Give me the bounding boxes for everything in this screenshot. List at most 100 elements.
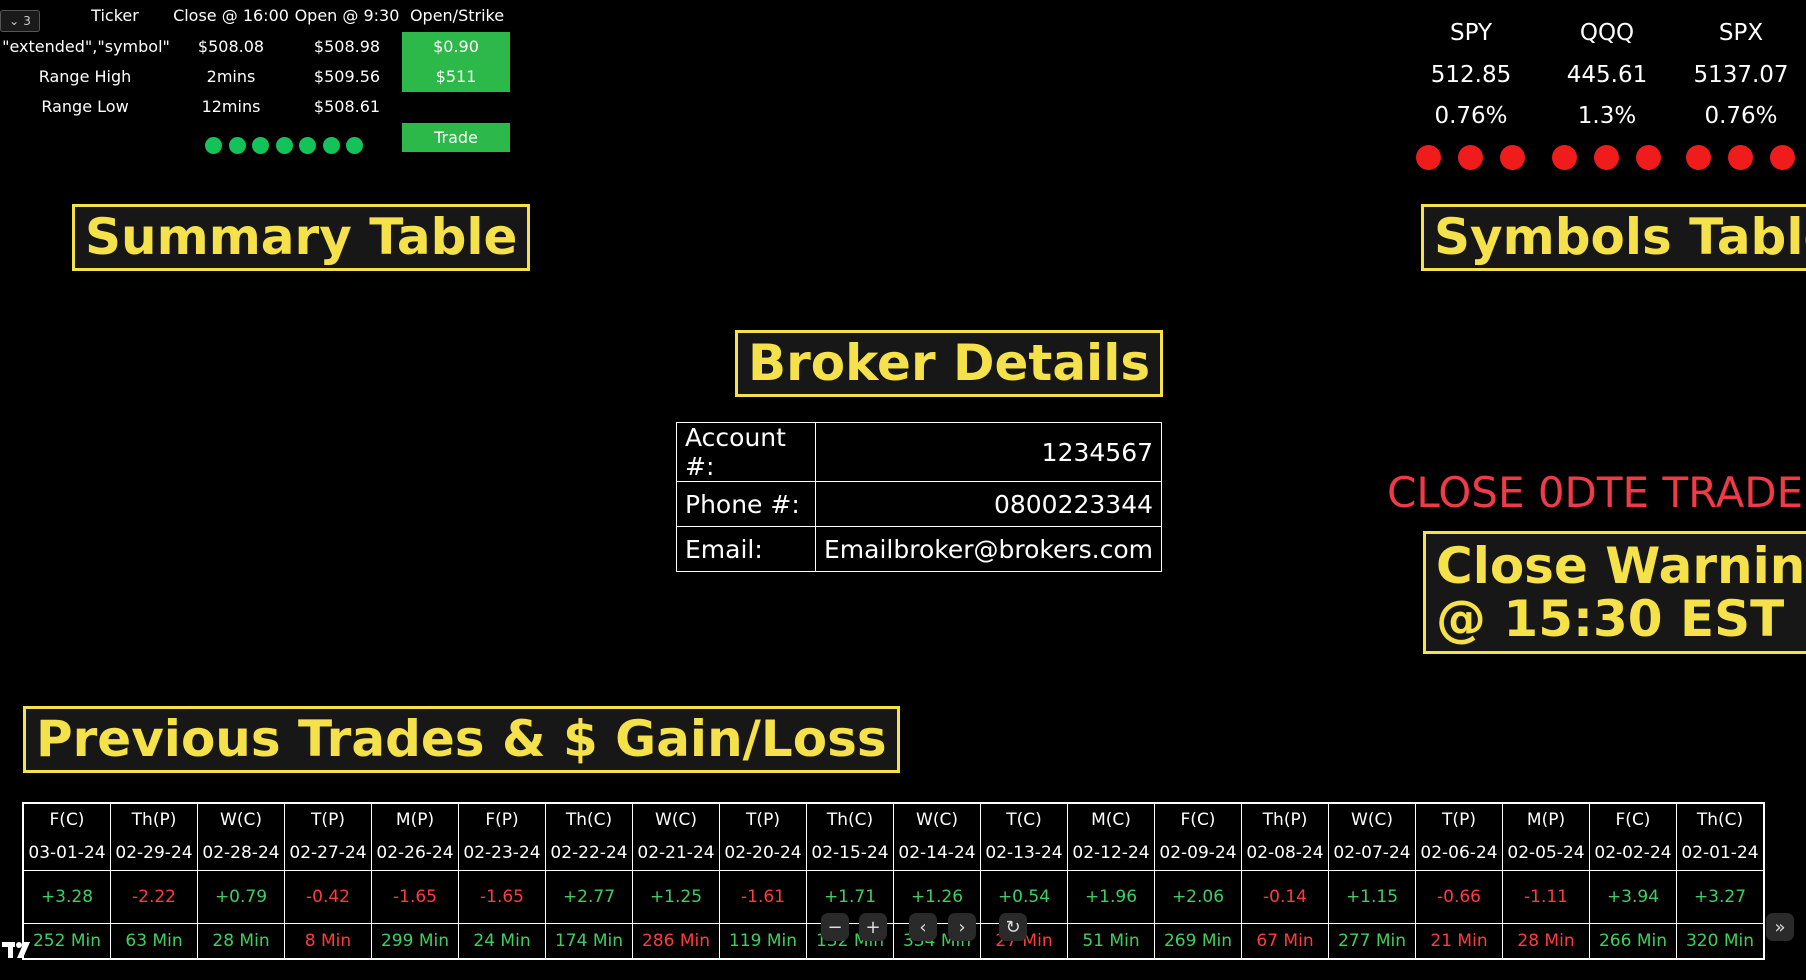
trade-day: M(P)	[371, 802, 459, 836]
trade-minutes-row: 252 Min 63 Min 28 Min 8 Min 299 Min 24 Min 174…	[22, 923, 1765, 960]
header-close: Close @ 16:00	[173, 6, 289, 25]
row2-time: 2mins	[206, 67, 256, 86]
trade-day: F(C)	[22, 802, 111, 836]
trade-minutes: 119 Min	[719, 923, 807, 960]
tradingview-logo-svg	[2, 942, 30, 958]
row1-open: $508.98	[313, 37, 381, 56]
trade-date-row: 03-01-24 02-29-24 02-28-24 02-27-24 02-26-24…	[22, 836, 1765, 871]
status-dot-green	[322, 137, 340, 154]
trade-minutes: 299 Min	[371, 923, 459, 960]
trade-gain: +3.28	[22, 870, 111, 924]
trade-gain: -2.22	[110, 870, 198, 924]
status-dot-green	[205, 137, 222, 154]
broker-row: Account #: 1234567	[676, 422, 1163, 482]
trade-day: Th(C)	[1676, 802, 1765, 836]
trade-gain: +2.06	[1154, 870, 1242, 924]
trade-minutes: 67 Min	[1241, 923, 1329, 960]
change-spy: 0.76%	[1434, 103, 1508, 129]
status-dot-green	[252, 137, 269, 154]
trade-gain: -1.65	[458, 870, 546, 924]
trade-date: 02-22-24	[545, 836, 633, 871]
open-strike-diff: $0.90	[402, 32, 510, 62]
trade-day: W(C)	[197, 802, 285, 836]
trade-button[interactable]: Trade	[402, 123, 510, 152]
trade-gain: +3.27	[1676, 870, 1765, 924]
price-spy: 512.85	[1430, 62, 1512, 88]
status-dot-red	[1458, 145, 1483, 170]
trade-day: Th(C)	[545, 802, 633, 836]
status-dot-red	[1416, 145, 1441, 170]
warning-line-1: Close Warning	[1436, 537, 1806, 595]
trade-date: 02-28-24	[197, 836, 285, 871]
trade-gain: -0.14	[1241, 870, 1329, 924]
zoom-in-button[interactable]: +	[859, 913, 887, 941]
trade-date: 02-27-24	[284, 836, 372, 871]
status-dot-red	[1636, 145, 1661, 170]
trade-date: 02-06-24	[1415, 836, 1503, 871]
trade-minutes: 51 Min	[1067, 923, 1155, 960]
row1-ticker: "extended","symbol"	[2, 37, 170, 56]
scroll-to-end-button[interactable]: »	[1766, 913, 1794, 941]
trade-date: 02-02-24	[1589, 836, 1677, 871]
plus-icon: +	[865, 916, 881, 938]
trade-date: 02-26-24	[371, 836, 459, 871]
broker-row: Phone #: 0800223344	[676, 481, 1163, 527]
trade-minutes: 174 Min	[545, 923, 633, 960]
broker-details-label: Broker Details	[735, 330, 1164, 397]
minus-icon: −	[827, 916, 843, 938]
trade-gain: +1.96	[1067, 870, 1155, 924]
trade-day: F(P)	[458, 802, 546, 836]
header-open-strike: Open/Strike	[409, 6, 505, 25]
warning-line-2: @ 15:30 EST	[1436, 589, 1785, 648]
previous-trades-label: Previous Trades & $ Gain/Loss	[23, 706, 900, 773]
trade-minutes: 252 Min	[22, 923, 111, 960]
status-dot-red	[1594, 145, 1619, 170]
close-warning-label: Close Warning @ 15:30 EST	[1423, 531, 1806, 654]
broker-details-table: Account #: 1234567 Phone #: 0800223344 E…	[676, 422, 1163, 572]
trade-gain: -1.11	[1502, 870, 1590, 924]
trade-gain: -0.42	[284, 870, 372, 924]
row3-label: Range Low	[41, 97, 129, 116]
trade-date: 02-21-24	[632, 836, 720, 871]
trade-day: T(C)	[980, 802, 1068, 836]
email-value: Emailbroker@brokers.com	[814, 526, 1163, 572]
row3-time: 12mins	[201, 97, 261, 116]
status-dot-green	[299, 137, 316, 154]
trade-date: 02-01-24	[1676, 836, 1765, 871]
collapse-count: 3	[23, 14, 31, 28]
row3-value: $508.61	[313, 97, 381, 116]
reset-icon: ↻	[1005, 916, 1021, 938]
trade-day: T(P)	[1415, 802, 1503, 836]
row2-value: $509.56	[313, 67, 381, 86]
chevron-down-icon: ⌄	[9, 14, 20, 28]
trade-gain: -0.66	[1415, 870, 1503, 924]
trade-date: 02-29-24	[110, 836, 198, 871]
trade-date: 02-08-24	[1241, 836, 1329, 871]
symbol-qqq: QQQ	[1579, 20, 1635, 46]
trade-date: 02-07-24	[1328, 836, 1416, 871]
symbol-spy: SPY	[1449, 20, 1492, 46]
trade-minutes: 269 Min	[1154, 923, 1242, 960]
chevron-right-icon: ›	[958, 916, 966, 938]
trade-minutes: 277 Min	[1328, 923, 1416, 960]
scroll-left-button[interactable]: ‹	[909, 913, 937, 941]
trade-minutes: 266 Min	[1589, 923, 1677, 960]
trade-date: 02-12-24	[1067, 836, 1155, 871]
collapse-button[interactable]: ⌄ 3	[0, 10, 40, 32]
trade-minutes: 21 Min	[1415, 923, 1503, 960]
trade-minutes: 28 Min	[1502, 923, 1590, 960]
trade-date: 02-23-24	[458, 836, 546, 871]
previous-trades-table: F(C) Th(P) W(C) T(P) M(P) F(P) Th(C) W(C) T(P) Th…	[22, 802, 1765, 960]
reset-chart-button[interactable]: ↻	[999, 913, 1027, 941]
account-value: 1234567	[814, 422, 1163, 482]
price-qqq: 445.61	[1566, 62, 1648, 88]
zoom-out-button[interactable]: −	[821, 913, 849, 941]
trade-day: W(C)	[1328, 802, 1416, 836]
scroll-right-button[interactable]: ›	[948, 913, 976, 941]
status-dot-red	[1552, 145, 1577, 170]
trade-date: 02-13-24	[980, 836, 1068, 871]
header-ticker: Ticker	[91, 6, 139, 25]
trade-day: T(P)	[284, 802, 372, 836]
trade-day: F(C)	[1154, 802, 1242, 836]
trade-gain: +1.15	[1328, 870, 1416, 924]
